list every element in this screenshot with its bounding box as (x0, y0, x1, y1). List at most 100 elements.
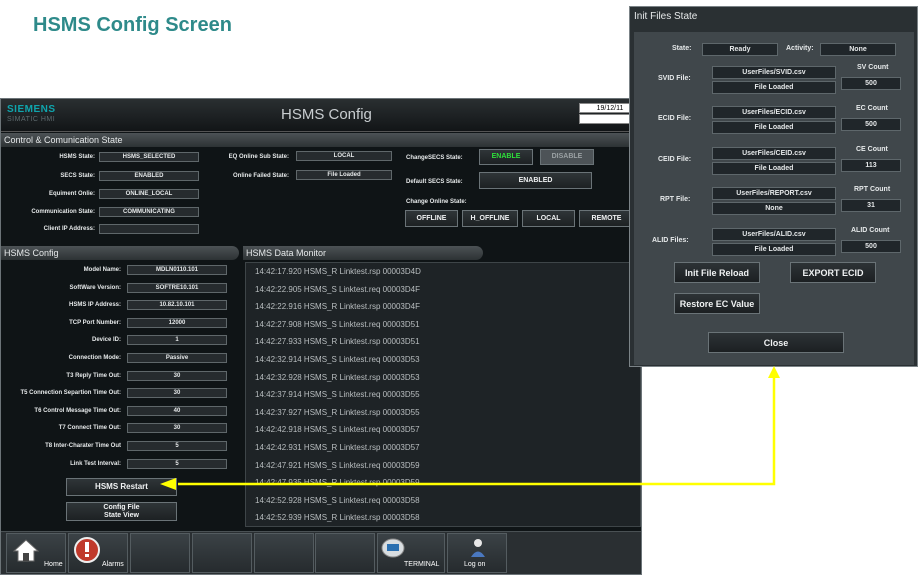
hmi-title: HSMS Config (281, 106, 372, 123)
alid-label: ALID Files: (652, 237, 689, 244)
dialog-title: Init Files State (634, 11, 698, 22)
config-field-label: T8 Inter-Charater Time Out (45, 443, 121, 449)
alid-status: File Loaded (712, 243, 836, 256)
log-line: 14:42:22.916 HSMS_R Linktest.rsp 00003D4… (255, 302, 420, 312)
rpt-count-value: 31 (841, 199, 901, 212)
ecid-file: UserFiles/ECID.csv (712, 106, 836, 119)
log-line: 14:42:52.939 HSMS_R Linktest.rsp 00003D5… (255, 513, 420, 523)
terminal-icon (381, 538, 405, 558)
hmi-window: SIEMENS SIMATIC HMI HSMS Config 19/12/11… (0, 98, 642, 575)
log-line: 14:42:37.914 HSMS_S Linktest.req 00003D5… (255, 390, 420, 400)
equipment-online-value: ONLINE_LOCAL (99, 189, 199, 199)
config-field-value: 1 (127, 335, 227, 346)
nav-slot-5[interactable] (254, 533, 314, 573)
config-field-label: Model Name: (83, 267, 121, 273)
svid-label: SVID File: (658, 75, 691, 82)
home-icon (13, 539, 39, 562)
activity-label: Activity: (786, 45, 814, 52)
client-ip-value (99, 224, 199, 234)
default-secs-value: ENABLED (479, 172, 592, 189)
alarms-label: Alarms (102, 561, 124, 568)
nav-slot-3[interactable] (130, 533, 190, 573)
hsms-state-value: HSMS_SELECTED (99, 152, 199, 162)
ecid-label: ECID File: (658, 115, 692, 122)
rpt-status: None (712, 202, 836, 215)
online-failed-value: File Loaded (296, 170, 392, 180)
log-line: 14:42:32.914 HSMS_S Linktest.req 00003D5… (255, 355, 420, 364)
export-ecid-button[interactable]: EXPORT ECID (790, 262, 876, 283)
config-field-label: T6 Control Message Time Out: (34, 407, 121, 414)
offline-button[interactable]: OFFLINE (405, 210, 458, 227)
ceid-status: File Loaded (712, 162, 836, 175)
config-field-value: 5 (127, 458, 227, 469)
simatic-logo: SIMATIC HMI (7, 116, 56, 123)
config-field-value: 40 (127, 405, 227, 416)
activity-value: None (820, 43, 896, 56)
alid-count-value: 500 (841, 240, 901, 253)
home-button[interactable]: Home (6, 533, 66, 573)
log-line: 14:42:22.905 HSMS_S Linktest.req 00003D4… (255, 284, 420, 294)
config-field-label: TCP Port Number: (69, 319, 121, 326)
init-files-dialog: Init Files State State: Ready Activity: … (629, 6, 918, 367)
client-ip-label: Client IP Address: (43, 226, 95, 232)
config-field-value: MDLN0110.101 (127, 265, 227, 275)
nav-slot-6[interactable] (315, 533, 375, 573)
config-field-value: SOFTRE10.101 (127, 282, 227, 293)
hsms-restart-button[interactable]: HSMS Restart (66, 478, 177, 496)
svid-status: File Loaded (712, 81, 836, 94)
slide: HSMS Config Screen SIEMENS SIMATIC HMI H… (0, 0, 922, 575)
equipment-online-label: Equiment Onlie: (48, 191, 95, 197)
rpt-label: RPT File: (660, 196, 691, 203)
log-line: 14:42:37.927 HSMS_R Linktest.rsp 00003D5… (255, 407, 420, 417)
log-line: 14:42:27.933 HSMS_R Linktest.rsp 00003D5… (255, 337, 420, 347)
config-field-label: Link Test Interval: (70, 460, 121, 467)
init-file-reload-button[interactable]: Init File Reload (674, 262, 760, 283)
secs-state-value: ENABLED (99, 171, 199, 181)
svid-file: UserFiles/SVID.csv (712, 66, 836, 79)
ecid-status: File Loaded (712, 121, 836, 134)
data-monitor-log[interactable]: 14:42:17.920 HSMS_R Linktest.rsp 00003D4… (245, 262, 641, 527)
alarms-button[interactable]: Alarms (68, 533, 128, 573)
config-field-value: 30 (127, 388, 227, 399)
log-line: 14:42:32.928 HSMS_R Linktest.rsp 00003D5… (255, 372, 420, 382)
alid-count-label: ALID Count (851, 227, 890, 234)
state-value: Ready (702, 43, 778, 56)
config-field-label: T5 Connection Separtion Time Out: (20, 390, 121, 397)
user-key-icon (471, 539, 485, 557)
alarm-icon (74, 537, 100, 563)
config-field-value: 30 (127, 423, 227, 434)
h-offline-button[interactable]: H_OFFLINE (462, 210, 518, 227)
nav-slot-4[interactable] (192, 533, 252, 573)
alid-file: UserFiles/ALID.csv (712, 228, 836, 241)
disable-button[interactable]: DISABLE (540, 149, 594, 165)
slide-title: HSMS Config Screen (33, 14, 232, 36)
log-line: 14:42:52.928 HSMS_S Linktest.req 00003D5… (255, 495, 420, 505)
local-button[interactable]: LOCAL (522, 210, 575, 227)
remote-button[interactable]: REMOTE (579, 210, 634, 227)
logon-button[interactable]: Log on (447, 533, 507, 573)
ec-count-value: 500 (841, 118, 901, 131)
sv-count-label: SV Count (857, 64, 889, 71)
eq-online-sub-label: EQ Online Sub State: (228, 154, 289, 160)
log-line: 14:42:42.918 HSMS_S Linktest.req 00003D5… (255, 425, 420, 435)
comm-state-label: Communication State: (31, 209, 95, 215)
restore-ec-value-button[interactable]: Restore EC Value (674, 293, 760, 314)
rpt-file: UserFiles/REPORT.csv (712, 187, 836, 200)
bottom-nav-bar: Home Alarms TERMINAL Log on (1, 531, 641, 574)
siemens-logo: SIEMENS (7, 104, 56, 115)
config-field-label: Device ID: (91, 337, 121, 344)
config-field-value: Passive (127, 353, 227, 363)
change-secs-label: ChangeSECS State: (406, 155, 463, 161)
config-field-label: Connection Mode: (68, 355, 121, 361)
config-file-state-view-button[interactable]: Config File State View (66, 502, 177, 521)
log-line: 14:42:27.908 HSMS_S Linktest.req 00003D5… (255, 319, 420, 329)
ceid-label: CEID File: (658, 156, 692, 163)
terminal-button[interactable]: TERMINAL (377, 533, 445, 573)
comm-state-value: COMMUNICATING (99, 207, 199, 217)
close-button[interactable]: Close (708, 332, 844, 353)
enable-button[interactable]: ENABLE (479, 149, 533, 165)
config-field-value: 10.82.10.101 (127, 300, 227, 311)
log-line: 14:42:17.920 HSMS_R Linktest.rsp 00003D4… (255, 267, 421, 276)
online-failed-label: Online Failed State: (232, 173, 289, 179)
log-line: 14:42:47.921 HSMS_S Linktest.req 00003D5… (255, 460, 420, 470)
